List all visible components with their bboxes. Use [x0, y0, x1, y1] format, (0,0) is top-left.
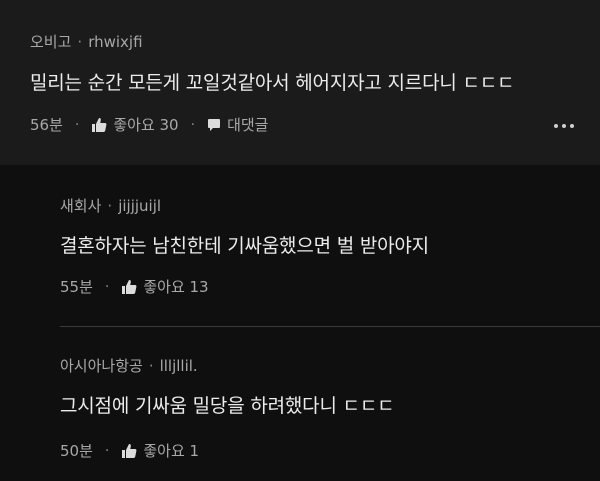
comment-actions: 56분 · 좋아요 30 · 대댓글	[30, 114, 268, 135]
comment-meta: 오비고 · rhwixjfi	[30, 31, 143, 52]
actions-separator: ·	[190, 116, 196, 133]
speech-bubble-icon	[207, 118, 221, 132]
meta-separator: ·	[77, 32, 83, 51]
reply-divider	[60, 326, 600, 327]
actions-separator: ·	[104, 442, 110, 459]
meta-separator: ·	[148, 356, 154, 375]
top-comment: 오비고 · rhwixjfi 밀리는 순간 모든게 꼬일것같아서 헤어지자고 지…	[0, 0, 600, 165]
reply-text: 결혼하자는 남친한테 기싸움했으면 벌 받아야지	[60, 235, 429, 257]
reply-author[interactable]: 새회사	[60, 195, 101, 216]
reply-text: 그시점에 기싸움 밀당을 하려했다니 ㄷㄷㄷ	[60, 395, 395, 417]
reply-button[interactable]: 대댓글	[207, 114, 268, 135]
thumbs-up-icon	[121, 443, 137, 459]
replies-section: 새회사 · jijjjuijl 결혼하자는 남친한테 기싸움했으면 벌 받아야지…	[0, 165, 600, 481]
reply-label: 대댓글	[227, 116, 269, 134]
reply-meta: 아시아나항공 · llljllil.	[60, 355, 198, 376]
meta-separator: ·	[107, 196, 113, 215]
actions-separator: ·	[104, 278, 110, 295]
like-button[interactable]: 좋아요 30	[91, 114, 179, 135]
thumbs-up-icon	[121, 279, 137, 295]
reply-time: 50분	[60, 442, 93, 460]
reply-time: 55분	[60, 278, 93, 296]
like-button[interactable]: 좋아요 1	[121, 440, 199, 461]
comment-handle[interactable]: rhwixjfi	[88, 33, 142, 51]
like-button[interactable]: 좋아요 13	[121, 276, 209, 297]
more-dots-icon[interactable]	[554, 124, 574, 128]
reply-actions: 50분 · 좋아요 1	[60, 440, 199, 461]
reply-handle[interactable]: jijjjuijl	[118, 197, 161, 215]
like-count: 좋아요 13	[143, 278, 209, 296]
comment-text: 밀리는 순간 모든게 꼬일것같아서 헤어지자고 지르다니 ㄷㄷㄷ	[30, 72, 515, 94]
reply-handle[interactable]: llljllil.	[160, 357, 198, 375]
actions-separator: ·	[74, 116, 80, 133]
reply-actions: 55분 · 좋아요 13	[60, 276, 209, 297]
like-count: 좋아요 1	[143, 442, 200, 460]
comment-author[interactable]: 오비고	[30, 31, 71, 52]
comment-time: 56분	[30, 116, 63, 134]
like-count: 좋아요 30	[113, 116, 179, 134]
reply-meta: 새회사 · jijjjuijl	[60, 195, 161, 216]
reply-author[interactable]: 아시아나항공	[60, 355, 143, 376]
thumbs-up-icon	[91, 117, 107, 133]
